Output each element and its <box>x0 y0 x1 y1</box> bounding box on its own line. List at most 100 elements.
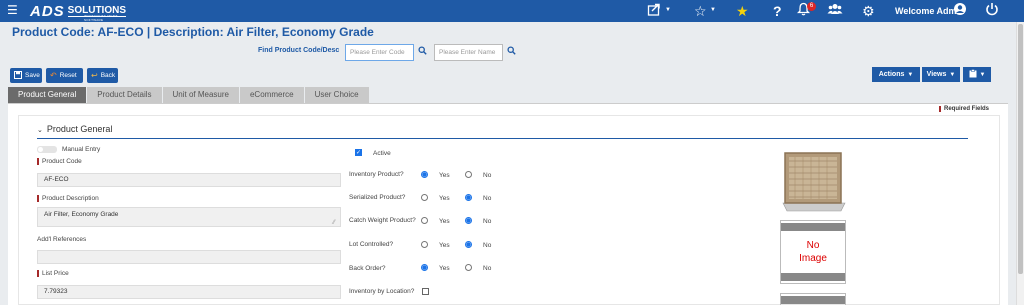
lot-controlled-yes-radio[interactable] <box>421 241 428 248</box>
inventory-by-location-checkbox[interactable] <box>422 288 429 295</box>
share-caret-icon[interactable]: ▼ <box>665 7 671 13</box>
no-image-placeholder-2[interactable] <box>780 293 846 305</box>
save-button[interactable]: Save <box>10 68 42 83</box>
columns-caret-icon: ▼ <box>979 71 986 78</box>
inventory-product-yes-label: Yes <box>439 172 450 179</box>
menu-icon[interactable]: ☰ <box>7 3 18 17</box>
chevron-down-icon: ⌄ <box>37 127 43 134</box>
catch-weight-no-radio[interactable] <box>465 217 472 224</box>
columns-dropdown[interactable]: ▼ <box>963 67 991 82</box>
clipboard-icon <box>969 69 977 80</box>
section-title: Product General <box>46 124 113 134</box>
resize-handle-icon[interactable]: ⁄⁄ <box>333 220 335 226</box>
inventory-product-no-radio[interactable] <box>465 171 472 178</box>
brand-name: ADS <box>30 2 65 20</box>
product-description-field[interactable]: Air Filter, Economy Grade <box>37 207 341 227</box>
required-fields-note: Required Fields <box>939 106 989 112</box>
catch-weight-yes-label: Yes <box>439 218 450 225</box>
manual-entry-toggle[interactable] <box>37 146 57 153</box>
star-filled-icon[interactable]: ★ <box>736 2 749 20</box>
gear-icon[interactable]: ⚙ <box>862 2 875 20</box>
back-order-no-label: No <box>483 265 492 272</box>
power-icon[interactable] <box>985 2 999 20</box>
serialized-product-label: Serialized Product? <box>349 194 406 201</box>
tab-product-details[interactable]: Product Details <box>87 87 163 103</box>
catch-weight-no-label: No <box>483 218 492 225</box>
views-label: Views <box>926 71 947 78</box>
brand-logo[interactable]: ADS SOLUTIONS WAREHOUSE MGMT SOFTWARE <box>30 2 127 22</box>
product-name-search-input[interactable]: Please Enter Name <box>434 44 503 61</box>
back-order-label: Back Order? <box>349 265 386 272</box>
search-name-icon[interactable] <box>504 44 518 61</box>
undo-icon: ↶ <box>50 71 57 80</box>
list-price-field[interactable]: 7.79323 <box>37 285 341 299</box>
catch-weight-yes-radio[interactable] <box>421 217 428 224</box>
serialized-product-yes-radio[interactable] <box>421 194 428 201</box>
views-dropdown[interactable]: Views ▼ <box>922 67 960 82</box>
active-checkbox[interactable]: ✓ <box>355 149 362 156</box>
tab-product-general[interactable]: Product General <box>8 87 88 103</box>
manual-entry-label: Manual Entry <box>62 146 101 153</box>
film-strip-bottom <box>781 273 845 281</box>
back-button[interactable]: ↩ Back <box>87 68 118 83</box>
inventory-product-no-label: No <box>483 172 492 179</box>
tab-unit-of-measure[interactable]: Unit of Measure <box>162 87 240 103</box>
favorites-caret-icon[interactable]: ▼ <box>710 7 716 13</box>
addl-references-label: Add'l References <box>37 236 87 243</box>
users-icon[interactable] <box>827 2 843 20</box>
tab-ecommerce[interactable]: eCommerce <box>239 87 305 103</box>
tab-user-choice[interactable]: User Choice <box>304 87 370 103</box>
serialized-product-no-radio[interactable] <box>465 194 472 201</box>
share-icon[interactable] <box>647 2 661 20</box>
inventory-by-location-label: Inventory by Location? <box>349 288 415 295</box>
actions-caret-icon: ▼ <box>907 71 914 78</box>
product-tabs: Product General Product Details Unit of … <box>8 87 370 103</box>
back-arrow-icon: ↩ <box>91 71 98 80</box>
star-outline-icon[interactable]: ☆ <box>694 2 707 20</box>
page-scrollbar[interactable] <box>1016 22 1024 305</box>
back-order-no-radio[interactable] <box>465 264 472 271</box>
list-price-label: List Price <box>37 270 69 277</box>
toggle-knob <box>38 147 43 152</box>
no-image-text-line2: Image <box>799 253 827 264</box>
lot-controlled-yes-label: Yes <box>439 242 450 249</box>
actions-dropdown[interactable]: Actions ▼ <box>872 67 920 82</box>
serialized-product-yes-label: Yes <box>439 195 450 202</box>
brand-tagline: WAREHOUSE MGMT SOFTWARE <box>84 14 118 22</box>
views-caret-icon: ▼ <box>949 71 956 78</box>
inventory-product-label: Inventory Product? <box>349 171 404 178</box>
search-code-icon[interactable] <box>415 44 429 61</box>
inventory-product-yes-radio[interactable] <box>421 171 428 178</box>
actions-label: Actions <box>878 71 905 78</box>
addl-references-field[interactable] <box>37 250 341 264</box>
product-description-label: Product Description <box>37 195 99 202</box>
product-image[interactable] <box>781 151 847 213</box>
no-image-text-line1: No <box>806 240 820 251</box>
serialized-product-no-label: No <box>483 195 492 202</box>
active-label: Active <box>373 150 391 157</box>
floppy-icon <box>14 70 22 81</box>
product-code-label: Product Code <box>37 158 82 165</box>
product-code-field[interactable]: AF-ECO <box>37 173 341 187</box>
help-icon[interactable]: ? <box>773 2 782 20</box>
product-code-search-input[interactable]: Please Enter Code <box>345 44 414 61</box>
reset-button[interactable]: ↶ Reset <box>46 68 83 83</box>
reset-label: Reset <box>59 72 77 79</box>
catch-weight-label: Catch Weight Product? <box>349 217 416 224</box>
back-label: Back <box>100 72 116 79</box>
no-image-placeholder[interactable]: No Image <box>780 220 846 284</box>
lot-controlled-no-radio[interactable] <box>465 241 472 248</box>
find-product-label: Find Product Code/Desc <box>258 47 340 54</box>
lot-controlled-label: Lot Controlled? <box>349 241 394 248</box>
section-divider <box>37 138 968 139</box>
top-navbar: ☰ ADS SOLUTIONS WAREHOUSE MGMT SOFTWARE … <box>0 0 1024 22</box>
back-order-yes-radio[interactable] <box>421 264 428 271</box>
back-order-yes-label: Yes <box>439 265 450 272</box>
scrollbar-thumb[interactable] <box>1018 24 1023 274</box>
user-circle-icon[interactable] <box>953 2 967 20</box>
section-header[interactable]: ⌄ Product General <box>37 124 112 134</box>
film-strip-top-2 <box>781 296 845 304</box>
page-title: Product Code: AF-ECO | Description: Air … <box>12 25 374 39</box>
save-label: Save <box>25 72 40 79</box>
film-strip-top <box>781 223 845 231</box>
